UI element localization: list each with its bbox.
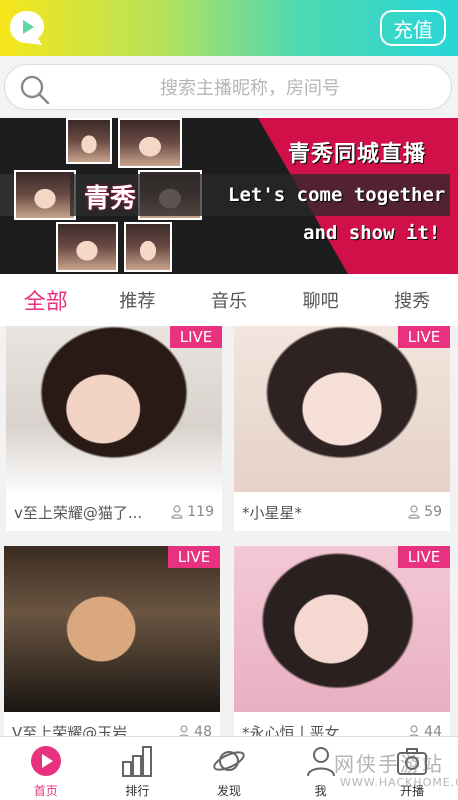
bar-chart-icon	[122, 746, 153, 777]
banner-photo	[118, 118, 182, 168]
live-room-card[interactable]: LIVE v至上荣耀@猫了... 119	[6, 326, 222, 531]
watermark-line1: 网侠手游站	[334, 752, 444, 776]
banner-photo	[56, 222, 118, 272]
banner-title: 青秀同城直播	[288, 142, 427, 167]
live-room-grid: LIVE v至上荣耀@猫了... 119 LIVE *小星星* 59 LIVE …	[0, 326, 458, 751]
planet-icon	[213, 751, 245, 771]
banner-slogan-line2: and show it!	[303, 222, 441, 244]
top-bar: 充值	[0, 0, 458, 56]
live-room-card[interactable]: LIVE *永心恒丨恶女 44	[234, 546, 450, 751]
nav-home[interactable]: 首页	[0, 737, 92, 800]
watermark: 网侠手游站 WWW.HACKHOME.COM	[300, 742, 458, 798]
category-tabs: 全部 推荐 音乐 聊吧 搜秀	[0, 274, 458, 326]
nav-label: 发现	[216, 784, 241, 798]
room-thumbnail	[234, 326, 450, 492]
banner-photo	[66, 118, 112, 164]
search-icon[interactable]	[19, 74, 51, 106]
live-room-card[interactable]: LIVE V至上荣耀@玉岩 48	[4, 546, 220, 751]
recharge-button[interactable]: 充值	[380, 10, 446, 46]
tab-recommend[interactable]: 推荐	[92, 287, 184, 313]
banner-brand: 青秀	[84, 184, 137, 214]
tab-all[interactable]: 全部	[0, 284, 92, 316]
tab-search-show[interactable]: 搜秀	[366, 287, 458, 313]
user-icon	[171, 505, 183, 519]
user-icon	[408, 505, 420, 519]
app-root: 充值 青秀 青秀同城直播 Let's come together and sho…	[0, 0, 458, 800]
nav-discover[interactable]: 发现	[183, 737, 275, 800]
viewer-count: 59	[408, 504, 442, 520]
live-room-card[interactable]: LIVE *小星星* 59	[234, 326, 450, 531]
live-badge: LIVE	[170, 326, 222, 348]
promo-banner[interactable]: 青秀 青秀同城直播 Let's come together and show i…	[0, 118, 458, 274]
live-badge: LIVE	[398, 326, 450, 348]
nav-label: 排行	[125, 784, 150, 798]
room-thumbnail	[234, 546, 450, 712]
nav-label: 首页	[33, 784, 58, 798]
banner-slogan-line1: Let's come together	[228, 184, 446, 206]
viewer-count-value: 119	[187, 504, 214, 520]
chat-bubble-play-icon[interactable]	[8, 9, 46, 47]
search-bar	[0, 56, 458, 118]
viewer-count-value: 59	[424, 504, 442, 520]
room-name: v至上荣耀@猫了...	[14, 504, 143, 522]
watermark-line2: WWW.HACKHOME.COM	[340, 776, 458, 789]
live-badge: LIVE	[398, 546, 450, 568]
search-input[interactable]	[65, 71, 435, 105]
nav-ranking[interactable]: 排行	[92, 737, 184, 800]
banner-photo	[124, 222, 172, 272]
viewer-count: 119	[171, 504, 214, 520]
room-thumbnail	[4, 546, 220, 712]
room-thumbnail	[6, 326, 222, 492]
room-name: *小星星*	[242, 504, 303, 522]
tab-chat[interactable]: 聊吧	[275, 287, 367, 313]
live-badge: LIVE	[168, 546, 220, 568]
home-play-icon	[30, 746, 61, 776]
search-box[interactable]	[4, 64, 452, 110]
tab-music[interactable]: 音乐	[183, 287, 275, 313]
banner-photo	[14, 170, 76, 220]
